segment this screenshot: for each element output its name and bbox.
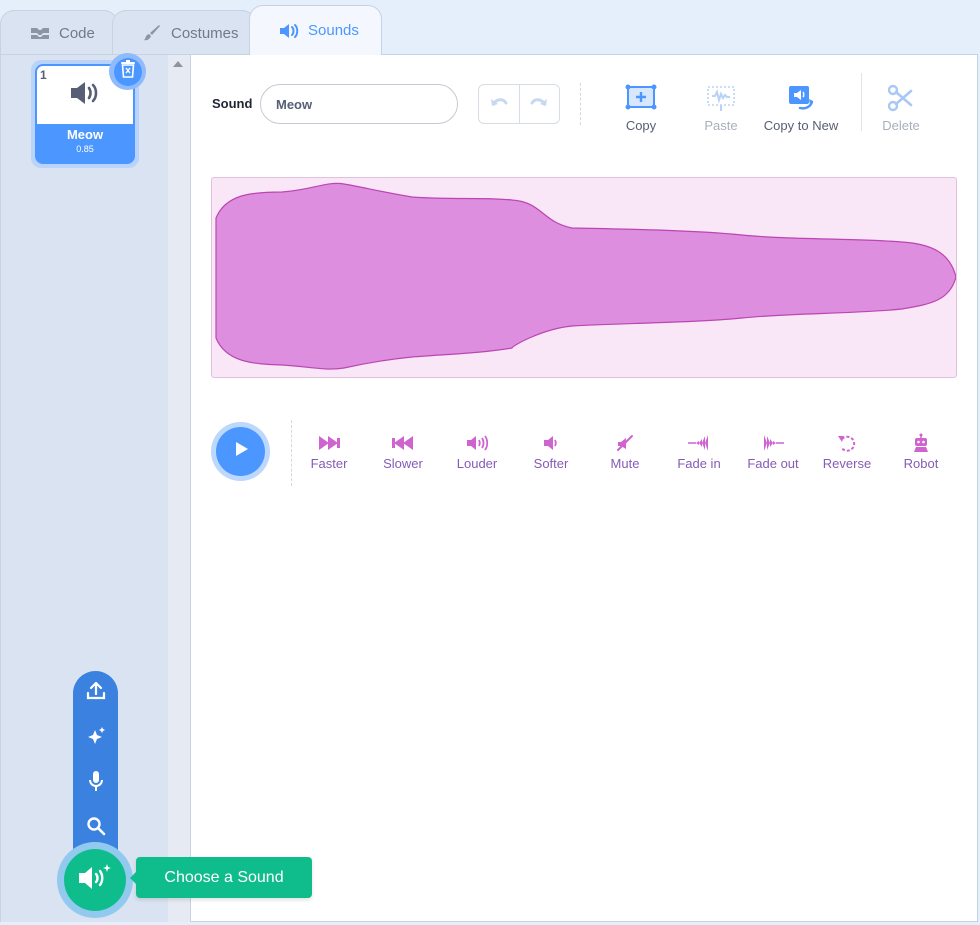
sound-list-scrollbar[interactable] — [168, 54, 190, 922]
copy-to-new-button[interactable]: Copy to New — [759, 80, 843, 133]
slower-icon — [366, 432, 440, 454]
tool-label: Copy to New — [763, 118, 839, 133]
speaker-icon — [69, 80, 101, 111]
tab-sounds[interactable]: Sounds — [249, 5, 382, 55]
upload-sound-button[interactable] — [73, 673, 118, 713]
record-button[interactable] — [73, 763, 118, 803]
code-icon — [29, 22, 51, 44]
effect-fade-out-button[interactable]: Fade out — [736, 432, 810, 471]
tab-costumes[interactable]: Costumes — [112, 10, 256, 55]
effect-reverse-button[interactable]: Reverse — [810, 432, 884, 471]
sound-duration: 0.85 — [76, 144, 94, 154]
sound-index: 1 — [40, 68, 47, 82]
scissors-icon — [859, 80, 943, 116]
play-button[interactable] — [211, 422, 270, 481]
reverse-icon — [810, 432, 884, 454]
choose-sound-tooltip: Choose a Sound — [130, 857, 312, 898]
effect-louder-button[interactable]: Louder — [440, 432, 514, 471]
paste-button[interactable]: Paste — [679, 80, 763, 133]
sound-name-input[interactable] — [260, 84, 458, 124]
undo-icon — [490, 95, 508, 114]
microphone-icon — [87, 770, 105, 797]
play-icon — [233, 441, 249, 462]
effect-label: Robot — [903, 456, 939, 471]
softer-icon — [514, 432, 588, 454]
effect-label: Softer — [533, 456, 569, 471]
effect-label: Fade in — [677, 456, 721, 471]
effect-fade-in-button[interactable]: Fade in — [662, 432, 736, 471]
surprise-button[interactable] — [73, 718, 118, 758]
copy-button[interactable]: Copy — [599, 80, 683, 133]
effect-mute-button[interactable]: Mute — [588, 432, 662, 471]
tool-label: Paste — [704, 118, 738, 133]
tab-label: Costumes — [171, 24, 239, 42]
sound-name: Meow — [66, 127, 104, 142]
effect-label: Reverse — [822, 456, 872, 471]
choose-sound-button[interactable] — [57, 842, 133, 918]
delete-button[interactable]: Delete — [859, 80, 943, 133]
effect-slower-button[interactable]: Slower — [366, 432, 440, 471]
effect-label: Fade out — [747, 456, 799, 471]
redo-icon — [530, 95, 548, 114]
search-icon — [86, 816, 106, 841]
fade-in-icon — [662, 432, 736, 454]
fade-out-icon — [736, 432, 810, 454]
faster-icon — [292, 432, 366, 454]
louder-icon — [440, 432, 514, 454]
surprise-icon — [86, 726, 106, 751]
undo-button[interactable] — [479, 85, 519, 123]
add-sound-icon — [77, 863, 113, 898]
effect-robot-button[interactable]: Robot — [884, 432, 958, 471]
upload-icon — [86, 681, 106, 706]
scroll-up-arrow-icon[interactable] — [173, 61, 183, 67]
mute-icon — [588, 432, 662, 454]
add-sound-menu — [73, 671, 118, 871]
tab-code[interactable]: Code — [0, 10, 118, 55]
delete-sound-button[interactable] — [109, 53, 146, 90]
undo-redo-group — [478, 84, 560, 124]
effect-label: Slower — [383, 456, 423, 471]
effect-label: Louder — [456, 456, 498, 471]
effect-faster-button[interactable]: Faster — [292, 432, 366, 471]
sound-name-label: Sound — [212, 96, 253, 111]
tab-label: Sounds — [308, 22, 359, 39]
effect-label: Faster — [310, 456, 348, 471]
waveform — [215, 182, 956, 370]
redo-button[interactable] — [518, 85, 560, 123]
tool-label: Copy — [625, 118, 657, 133]
copy-to-new-icon — [759, 80, 843, 116]
robot-icon — [884, 432, 958, 454]
tab-label: Code — [59, 24, 95, 42]
copy-icon — [599, 80, 683, 116]
paste-icon — [679, 80, 763, 116]
sound-editor: Sound Copy Paste Copy to New — [190, 54, 978, 922]
trash-icon — [120, 60, 136, 83]
brush-icon — [141, 22, 163, 44]
toolbar-divider — [580, 83, 581, 125]
speaker-icon — [278, 20, 300, 42]
effect-label: Mute — [610, 456, 640, 471]
waveform-display[interactable] — [211, 177, 957, 378]
effect-softer-button[interactable]: Softer — [514, 432, 588, 471]
tool-label: Delete — [882, 118, 920, 133]
